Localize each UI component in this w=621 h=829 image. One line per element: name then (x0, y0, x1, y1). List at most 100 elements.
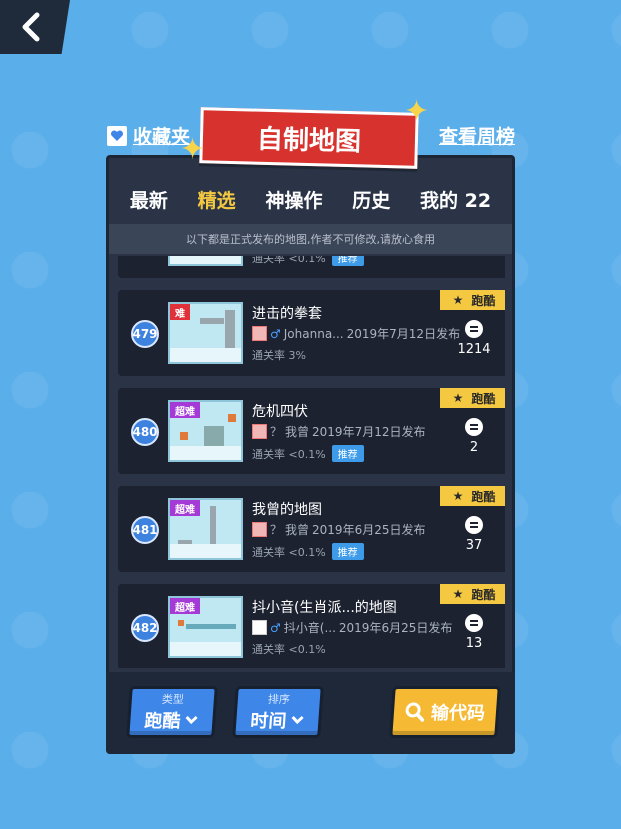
map-number-badge: 481 (131, 516, 159, 544)
author-line: ？ 我曾 2019年6月25日发布 (252, 521, 425, 538)
type-dropdown[interactable]: 类型 跑酷 (126, 686, 218, 738)
tab-featured[interactable]: 精选 (188, 180, 246, 229)
bottom-toolbar: 类型 跑酷 排序 时间 输代码 (106, 672, 515, 754)
author-avatar (252, 424, 267, 439)
comment-number: 1214 (457, 342, 491, 357)
chevron-left-icon (22, 12, 40, 42)
favorites-link[interactable]: 收藏夹 (107, 122, 190, 149)
map-thumbnail: 超难 (168, 400, 243, 462)
author-avatar (252, 522, 267, 537)
back-button[interactable] (0, 0, 70, 54)
comment-count[interactable]: 37 (454, 516, 494, 553)
page-title: 自制地图 (199, 107, 419, 169)
difficulty-badge: 超难 (170, 598, 200, 614)
publish-date: 2019年7月12日发布 (346, 327, 461, 341)
author-name: 我曾 (285, 425, 310, 439)
clear-rate: 通关率 <0.1% (252, 641, 326, 657)
star-icon: ★ (452, 587, 464, 601)
list-item[interactable]: 通关率 <0.1% 推荐 (118, 256, 505, 278)
list-item[interactable]: 482 超难 抖小音(生肖派...的地图 ♂ 抖小音(... 2019年6月25… (118, 584, 505, 668)
author-avatar (252, 620, 267, 635)
star-icon: ★ (452, 489, 464, 503)
comment-count[interactable]: 2 (454, 418, 494, 455)
recommended-badge: 推荐 (331, 445, 364, 462)
map-list[interactable]: 通关率 <0.1% 推荐 479 难 进击的拳套 ♂ Johanna... 20… (118, 256, 505, 668)
tab-tricks[interactable]: 神操作 (255, 180, 332, 219)
map-title: 抖小音(生肖派...的地图 (252, 600, 397, 616)
difficulty-badge: 难 (170, 304, 190, 320)
gender-icon: ♂ (270, 326, 281, 341)
comment-number: 13 (465, 636, 483, 651)
comment-count[interactable]: 13 (454, 614, 494, 651)
category-label: 跑酷 (471, 587, 496, 602)
map-title: 我曾的地图 (252, 502, 322, 518)
weekly-rank-link[interactable]: 查看周榜 (439, 122, 515, 149)
star-icon: ★ (452, 293, 464, 307)
comment-icon (465, 418, 483, 436)
author-name: 我曾 (285, 523, 310, 537)
author-line: ♂ 抖小音(... 2019年6月25日发布 (252, 619, 452, 636)
map-thumbnail (168, 256, 243, 266)
enter-code-button[interactable]: 输代码 (389, 686, 501, 738)
author-avatar (252, 326, 267, 341)
comment-count[interactable]: 1214 (454, 320, 494, 357)
comment-icon (465, 516, 483, 534)
publish-date: 2019年6月25日发布 (312, 523, 426, 537)
map-number-badge: 480 (131, 418, 159, 446)
clear-rate: 通关率 <0.1% 推荐 (252, 256, 364, 266)
clear-rate-text: 通关率 <0.1% (252, 643, 326, 656)
sort-dropdown-value: 时间 (249, 711, 288, 732)
tab-history[interactable]: 历史 (342, 180, 400, 219)
chevron-down-icon (291, 715, 304, 725)
sparkle-icon: ✦ (404, 94, 430, 129)
category-label: 跑酷 (471, 391, 496, 406)
author-name: Johanna... (283, 326, 344, 341)
clear-rate-text: 通关率 <0.1% (252, 545, 326, 559)
enter-code-label: 输代码 (430, 703, 486, 724)
map-thumbnail: 超难 (168, 498, 243, 560)
category-label: 跑酷 (471, 293, 496, 308)
author-name: 抖小音(... (283, 621, 336, 635)
tab-bar: 最新 精选 神操作 历史 我的 22 (109, 176, 512, 229)
recommended-badge: 推荐 (331, 543, 364, 560)
category-tag: ★ 跑酷 (440, 486, 505, 506)
category-tag: ★ 跑酷 (440, 290, 505, 310)
comment-number: 37 (465, 538, 483, 553)
heart-icon (107, 125, 127, 146)
comment-icon (465, 320, 483, 338)
map-thumbnail: 难 (168, 302, 243, 364)
star-icon: ★ (452, 391, 464, 405)
search-icon (405, 702, 425, 722)
publish-date: 2019年7月12日发布 (312, 425, 426, 439)
clear-rate-text: 通关率 <0.1% (252, 447, 326, 461)
publish-date: 2019年6月25日发布 (338, 621, 453, 635)
tab-mine[interactable]: 我的 22 (410, 180, 501, 219)
clear-rate: 通关率 <0.1% 推荐 (252, 543, 364, 560)
author-line: ？ 我曾 2019年7月12日发布 (252, 423, 425, 440)
clear-rate: 通关率 <0.1% 推荐 (252, 445, 364, 462)
clear-rate-text: 通关率 3% (252, 349, 306, 362)
comment-number: 2 (469, 440, 479, 455)
map-number-badge: 479 (131, 320, 159, 348)
gender-icon: ？ (270, 425, 283, 439)
list-item[interactable]: 479 难 进击的拳套 ♂ Johanna... 2019年7月12日发布 通关… (118, 290, 505, 376)
map-title: 危机四伏 (252, 404, 308, 420)
gender-icon: ♂ (270, 620, 281, 635)
gender-icon: ？ (270, 523, 283, 537)
difficulty-badge: 超难 (170, 500, 200, 516)
map-title: 进击的拳套 (252, 306, 322, 322)
list-item[interactable]: 481 超难 我曾的地图 ？ 我曾 2019年6月25日发布 通关率 <0.1%… (118, 486, 505, 572)
clear-rate: 通关率 3% (252, 347, 306, 363)
sort-dropdown[interactable]: 排序 时间 (232, 686, 324, 738)
comment-icon (465, 614, 483, 632)
clear-rate-text: 通关率 <0.1% (252, 256, 326, 265)
category-tag: ★ 跑酷 (440, 584, 505, 604)
type-dropdown-caption: 类型 (161, 693, 185, 706)
category-label: 跑酷 (471, 489, 496, 504)
tab-latest[interactable]: 最新 (120, 180, 178, 219)
list-item[interactable]: 480 超难 危机四伏 ？ 我曾 2019年7月12日发布 通关率 <0.1% … (118, 388, 505, 474)
sort-dropdown-caption: 排序 (267, 693, 291, 706)
sparkle-icon: ✦ (180, 132, 206, 167)
map-list-panel: 最新 精选 神操作 历史 我的 22 以下都是正式发布的地图,作者不可修改,请放… (106, 155, 515, 754)
type-dropdown-value: 跑酷 (143, 711, 182, 732)
